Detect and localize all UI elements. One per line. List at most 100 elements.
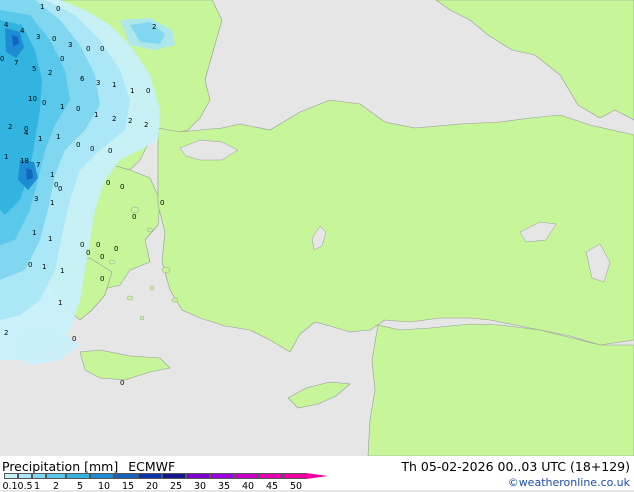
precip-value: 6 <box>80 75 85 83</box>
precip-value: 2 <box>8 123 13 131</box>
legend-tick-label: 0.1 <box>2 481 18 492</box>
precip-value: 0 <box>28 261 33 269</box>
precip-value: 10 <box>28 95 37 103</box>
precip-value: 1 <box>42 263 47 271</box>
precip-value: 0 <box>100 45 105 53</box>
precip-value: 0 <box>120 183 125 191</box>
precip-value: 1 <box>48 235 53 243</box>
precip-value: 2 <box>144 121 149 129</box>
precip-value: 3 <box>36 33 41 41</box>
land-anatolia <box>157 99 634 353</box>
precip-value: 0 <box>132 213 137 221</box>
precip-value: 0 <box>96 241 101 249</box>
precip-value: 2 <box>48 69 53 77</box>
precip-value: 1 <box>56 133 61 141</box>
precip-value: 0 <box>72 335 77 343</box>
land-levant <box>367 323 634 456</box>
legend-tick-label: 5 <box>76 481 84 492</box>
precip-value: 1 <box>60 267 65 275</box>
precip-value: 18 <box>20 157 29 165</box>
legend-tick-label: 50 <box>289 481 303 492</box>
precip-value: 5 <box>32 65 37 73</box>
legend-swatch <box>32 473 46 479</box>
precip-value: 4 <box>4 21 9 29</box>
precip-value: 0 <box>58 185 63 193</box>
precip-value: 0 <box>86 45 91 53</box>
precip-value: 0 <box>160 199 165 207</box>
legend-tick-label: 10 <box>97 481 111 492</box>
legend-tick-label: 30 <box>193 481 207 492</box>
legend-swatch <box>258 473 282 479</box>
legend-swatch <box>18 473 32 479</box>
map-canvas <box>0 0 634 456</box>
precip-value: 2 <box>4 329 9 337</box>
legend-colorbar <box>4 473 330 480</box>
precip-value: 0 <box>76 105 81 113</box>
precip-value: 4 <box>24 129 29 137</box>
precip-value: 2 <box>152 23 157 31</box>
legend-tick-label: 20 <box>145 481 159 492</box>
legend-tick-label: 15 <box>121 481 135 492</box>
legend-tick-label: 35 <box>217 481 231 492</box>
precip-value: 1 <box>32 229 37 237</box>
precip-value: 1 <box>50 171 55 179</box>
precip-value: 1 <box>40 3 45 11</box>
title-model: ECMWF <box>128 459 176 474</box>
precip-value: 0 <box>146 87 151 95</box>
legend-tick-label: 45 <box>265 481 279 492</box>
map-title: Precipitation [mm] ECMWF <box>2 459 175 474</box>
precip-value: 0 <box>100 275 105 283</box>
legend-arrow <box>306 473 328 479</box>
precip-value: 7 <box>14 59 19 67</box>
precip-value: 0 <box>0 55 5 63</box>
precip-value: 1 <box>94 111 99 119</box>
precip-value: 1 <box>112 81 117 89</box>
precip-value: 0 <box>52 35 57 43</box>
precip-value: 1 <box>4 153 9 161</box>
precip-value: 0 <box>106 179 111 187</box>
precip-value: 1 <box>130 87 135 95</box>
legend-swatch <box>4 473 18 479</box>
datetime-label: Th 05-02-2026 00..03 UTC (18+129) <box>401 459 630 474</box>
precip-value: 0 <box>114 245 119 253</box>
precip-value: 2 <box>112 115 117 123</box>
legend-tick-label: 2 <box>52 481 60 492</box>
precip-value: 0 <box>100 253 105 261</box>
legend-swatch <box>234 473 258 479</box>
legend-tick-label: 1 <box>33 481 41 492</box>
precip-value: 0 <box>90 145 95 153</box>
precip-value: 3 <box>34 195 39 203</box>
legend-swatch <box>46 473 66 479</box>
legend-swatch <box>282 473 306 479</box>
legend-swatch <box>162 473 186 479</box>
title-label: Precipitation [mm] <box>2 459 119 474</box>
precip-value: 1 <box>58 299 63 307</box>
precip-value: 1 <box>50 199 55 207</box>
legend-swatch <box>186 473 210 479</box>
precip-value: 3 <box>68 41 73 49</box>
legend-swatch <box>138 473 162 479</box>
precip-value: 0 <box>60 55 65 63</box>
precip-value: 1 <box>38 135 43 143</box>
credit-link[interactable]: ©weatheronline.co.uk <box>508 476 630 489</box>
precipitation-map: 4 1 0 4 3 0 3 0 0 2 0 7 5 2 0 6 3 1 1 0 10 0 1 0 2 0 1 1 2 2 2 4 1 0 0 0 1 18… <box>0 0 634 456</box>
legend-swatch <box>90 473 114 479</box>
precip-value: 0 <box>120 379 125 387</box>
precip-value: 3 <box>96 79 101 87</box>
legend-swatch <box>210 473 234 479</box>
precip-value: 0 <box>56 5 61 13</box>
precip-value: 0 <box>42 99 47 107</box>
precip-value: 0 <box>80 241 85 249</box>
precip-value: 0 <box>76 141 81 149</box>
precip-value: 2 <box>128 117 133 125</box>
footer: Precipitation [mm] ECMWF Th 05-02-2026 0… <box>0 456 634 492</box>
precip-value: 4 <box>20 27 25 35</box>
precip-value: 7 <box>36 161 41 169</box>
legend-swatch <box>114 473 138 479</box>
precip-value: 1 <box>60 103 65 111</box>
legend-tick-label: 40 <box>241 481 255 492</box>
legend-swatch <box>66 473 90 479</box>
precip-value: 0 <box>86 249 91 257</box>
legend-tick-label: 25 <box>169 481 183 492</box>
precip-value: 0 <box>108 147 113 155</box>
